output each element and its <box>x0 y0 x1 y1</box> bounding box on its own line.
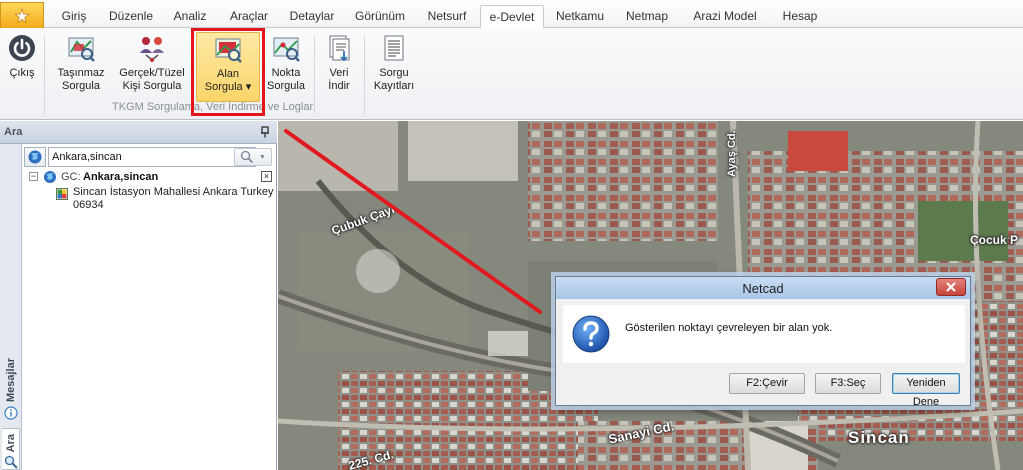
ribbon-separator <box>44 36 45 114</box>
info-icon <box>4 406 18 420</box>
sorgu-kayitlari-label: Sorgu Kayıtları <box>373 67 415 92</box>
tab-netsurf[interactable]: Netsurf <box>419 4 475 28</box>
geocoder-globe-icon <box>44 171 56 183</box>
collapse-toggle[interactable]: − <box>29 172 38 181</box>
cikis-button[interactable]: Çıkış <box>4 32 40 102</box>
power-icon <box>6 32 38 64</box>
dialog-title: Netcad <box>742 281 784 296</box>
f3-sec-button[interactable]: F3:Seç <box>815 373 881 394</box>
panel-header: Ara <box>0 121 277 144</box>
result-group-row[interactable]: − GC: Ankara,sincan × <box>24 169 274 185</box>
data-download-icon <box>323 32 355 64</box>
side-tab-strip: Mesajlar Ara <box>0 144 22 470</box>
side-tab-ara-label: Ara <box>4 433 17 452</box>
tab-analiz[interactable]: Analiz <box>166 4 214 28</box>
annotation-highlight-frame <box>191 28 265 116</box>
yeniden-dene-button[interactable]: Yeniden Dene <box>892 373 960 408</box>
parcel-query-icon <box>65 32 97 64</box>
tab-duzenle[interactable]: Düzenle <box>102 4 160 28</box>
dialog-close-button[interactable] <box>936 278 966 296</box>
result-group-prefix: GC: <box>61 171 81 183</box>
people-query-icon <box>136 32 168 64</box>
netcad-dialog: Netcad Gösterilen noktayı çevreleyen bir… <box>555 276 971 408</box>
close-result-icon[interactable]: × <box>261 171 272 182</box>
veri-indir-label: Veri İndir <box>328 67 350 92</box>
tab-netmap[interactable]: Netmap <box>621 4 673 28</box>
cikis-label: Çıkış <box>9 67 35 79</box>
sorgu-kayitlari-button[interactable]: Sorgu Kayıtları <box>370 32 418 102</box>
tab-hesap[interactable]: Hesap <box>778 4 822 28</box>
menu-tab-bar: Giriş Düzenle Analiz Araçlar Detaylar Gö… <box>0 0 1023 29</box>
tasinmaz-sorgula-label: Taşınmaz Sorgula <box>57 67 105 92</box>
map-label-sincan: Sincan <box>848 428 910 447</box>
point-query-icon <box>270 32 302 64</box>
tab-e-devlet[interactable]: e-Devlet <box>480 5 544 29</box>
gercek-tuzel-kisi-sorgula-label: Gerçek/Tüzel Kişi Sorgula <box>119 67 185 92</box>
map-label-ayas-cd: Ayaş Cd. <box>726 130 738 177</box>
dialog-titlebar[interactable]: Netcad <box>556 277 970 299</box>
dialog-message: Gösterilen noktayı çevreleyen bir alan y… <box>625 322 833 334</box>
tab-detaylar[interactable]: Detaylar <box>282 4 342 28</box>
result-group-query: Ankara,sincan <box>83 171 159 183</box>
dialog-footer: F2:Çevir F3:Seç Yeniden Dene <box>563 367 965 408</box>
close-icon <box>946 282 956 292</box>
search-icon <box>4 455 18 469</box>
result-address: Sincan İstasyon Mahallesi Ankara Turkey … <box>73 186 274 211</box>
tab-giris[interactable]: Giriş <box>52 4 96 28</box>
location-result-icon <box>56 188 68 200</box>
nokta-sorgula-label: Nokta Sorgula <box>267 67 305 92</box>
veri-indir-button[interactable]: Veri İndir <box>320 32 358 102</box>
search-input[interactable] <box>48 147 256 167</box>
tab-arazi-model[interactable]: Arazi Model <box>684 4 766 28</box>
magnifier-icon <box>240 150 254 164</box>
list-item[interactable]: Sincan İstasyon Mahallesi Ankara Turkey … <box>24 185 274 215</box>
side-tab-ara[interactable]: Ara <box>2 428 20 470</box>
app-menu-button[interactable] <box>0 2 44 28</box>
tab-araclar[interactable]: Araçlar <box>221 4 277 28</box>
ribbon-separator <box>314 36 315 114</box>
tab-gorunum[interactable]: Görünüm <box>349 4 411 28</box>
search-panel: Ara Mesajlar Ara Ankara,sincan ▼ − GC: A… <box>0 121 277 470</box>
dialog-body: Gösterilen noktayı çevreleyen bir alan y… <box>563 305 965 363</box>
question-icon <box>572 315 610 353</box>
f2-cevir-button[interactable]: F2:Çevir <box>729 373 805 394</box>
pin-icon[interactable] <box>259 126 271 138</box>
gercek-tuzel-kisi-sorgula-button[interactable]: Gerçek/Tüzel Kişi Sorgula <box>116 32 188 102</box>
search-results-tree: − GC: Ankara,sincan × Sincan İstasyon Ma… <box>24 169 274 215</box>
chevron-down-icon: ▼ <box>259 153 266 161</box>
search-button[interactable]: ▼ <box>234 148 272 166</box>
panel-title: Ara <box>4 126 23 138</box>
tasinmaz-sorgula-button[interactable]: Taşınmaz Sorgula <box>52 32 110 102</box>
ribbon: Çıkış Taşınmaz Sorgula Gerçek/Tüzel Kişi… <box>0 28 1023 120</box>
tab-netkamu[interactable]: Netkamu <box>551 4 609 28</box>
ribbon-separator <box>364 36 365 114</box>
netcad-window: Giriş Düzenle Analiz Araçlar Detaylar Gö… <box>0 0 1023 470</box>
geocoder-globe-icon[interactable] <box>24 147 46 167</box>
app-logo-icon <box>14 7 30 23</box>
search-row: ▼ <box>24 147 274 167</box>
side-tab-mesajlar-label: Mesajlar <box>5 357 17 402</box>
query-log-icon <box>378 32 410 64</box>
nokta-sorgula-button[interactable]: Nokta Sorgula <box>264 32 308 102</box>
map-label-cocuk-park: Çocuk P <box>970 233 1019 247</box>
side-tab-mesajlar[interactable]: Mesajlar <box>2 334 20 420</box>
